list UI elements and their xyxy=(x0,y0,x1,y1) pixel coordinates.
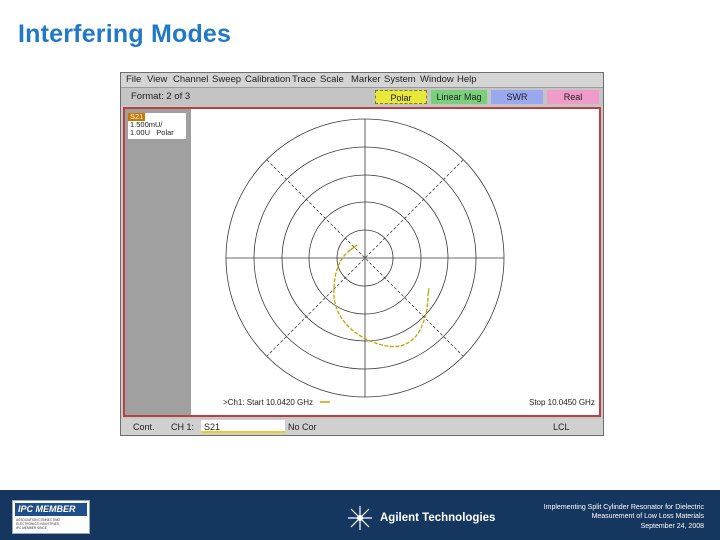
menu-file[interactable]: File xyxy=(126,74,141,85)
menu-bar: File View Channel Sweep Calibration Trac… xyxy=(121,73,603,88)
polar-plot: >Ch1: Start 10.0420 GHz Stop 10.0450 GHz xyxy=(191,109,599,415)
agilent-logo: Agilent Technologies xyxy=(346,504,496,532)
menu-calibration[interactable]: Calibration xyxy=(245,74,290,85)
s21-trace xyxy=(333,246,429,348)
trace-end-marker xyxy=(427,287,430,296)
caption-line-1: Implementing Split Cylinder Resonator fo… xyxy=(543,504,704,511)
status-trace: S21 xyxy=(204,422,221,432)
format-toolbar: Format: 2 of 3 Polar Linear Mag SWR Real xyxy=(121,88,603,106)
real-button[interactable]: Real xyxy=(547,90,599,104)
menu-system[interactable]: System xyxy=(384,74,416,85)
caption-line-3: September 24, 2008 xyxy=(640,522,704,530)
trace-status-panel: S21 1.500mU/ 1.00U Polar xyxy=(125,109,191,415)
status-correction: No Cor xyxy=(288,422,317,432)
linear-mag-button[interactable]: Linear Mag xyxy=(431,90,487,104)
status-cont: Cont. xyxy=(133,422,155,432)
menu-marker[interactable]: Marker xyxy=(351,74,381,85)
menu-view[interactable]: View xyxy=(147,74,167,85)
ipc-fine-print: ASSOCIATION CONNECTING ELECTRONICS INDUS… xyxy=(16,518,60,531)
active-window-frame: S21 1.500mU/ 1.00U Polar >Ch1: Start 10.… xyxy=(123,107,601,417)
polar-grid-svg: >Ch1: Start 10.0420 GHz Stop 10.0450 GHz xyxy=(223,118,595,407)
sweep-stop-label: Stop 10.0450 GHz xyxy=(529,398,595,407)
ipc-line-3: IPC MEMBER SINCE xyxy=(16,526,47,531)
menu-channel[interactable]: Channel xyxy=(173,74,208,85)
status-channel: CH 1: xyxy=(171,422,195,432)
trace-ref: 1.00U xyxy=(130,128,151,137)
agilent-brand: Agilent Technologies xyxy=(380,512,496,524)
menu-help[interactable]: Help xyxy=(457,74,477,85)
footer-caption: Implementing Split Cylinder Resonator fo… xyxy=(494,503,704,531)
polar-button[interactable]: Polar xyxy=(375,90,427,104)
menu-window[interactable]: Window xyxy=(420,74,454,85)
trace-format: Polar xyxy=(156,128,174,137)
sweep-start-label: >Ch1: Start 10.0420 GHz xyxy=(223,398,313,407)
trace-ref-format: 1.00U Polar xyxy=(128,129,186,137)
agilent-spark-icon xyxy=(348,506,372,530)
menu-sweep[interactable]: Sweep xyxy=(212,74,241,85)
ipc-member-logo: IPC MEMBER ASSOCIATION CONNECTING ELECTR… xyxy=(12,500,90,534)
swr-button[interactable]: SWR xyxy=(491,90,543,104)
format-label: Format: 2 of 3 xyxy=(131,91,191,102)
caption-line-2: Measurement of Low Loss Materials xyxy=(591,513,704,521)
network-analyzer-screenshot: File View Channel Sweep Calibration Trac… xyxy=(120,72,604,436)
status-lcl: LCL xyxy=(553,422,570,432)
slide-title: Interfering Modes xyxy=(18,20,232,48)
menu-trace[interactable]: Trace xyxy=(292,74,316,85)
trace-info-box[interactable]: S21 1.500mU/ 1.00U Polar xyxy=(128,113,186,139)
ipc-badge: IPC MEMBER xyxy=(15,503,87,516)
menu-scale[interactable]: Scale xyxy=(320,74,344,85)
status-bar: Cont. CH 1: S21 No Cor LCL xyxy=(121,419,603,435)
